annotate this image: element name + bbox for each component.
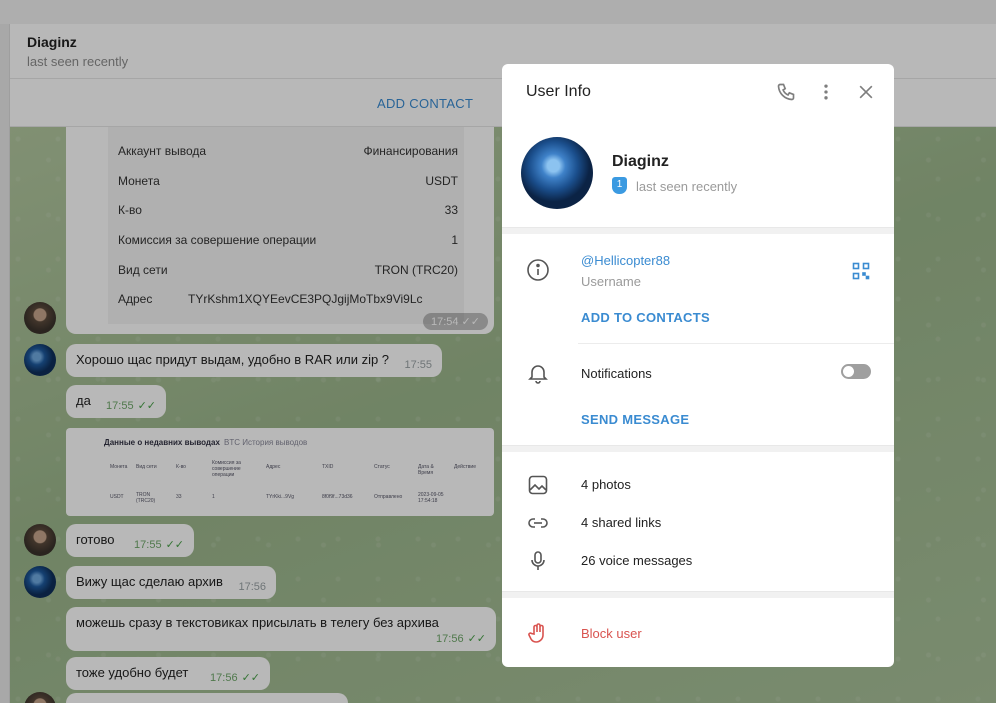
username-link[interactable]: @Hellicopter88: [581, 253, 670, 268]
voice-messages-count[interactable]: 26 voice messages: [581, 553, 692, 568]
profile-name: Diaginz: [612, 153, 669, 170]
row-divider: [578, 343, 894, 344]
close-icon[interactable]: [856, 82, 876, 102]
hand-stop-icon: [526, 621, 550, 645]
profile-avatar[interactable]: [521, 137, 593, 209]
notifications-label: Notifications: [581, 366, 652, 381]
info-icon: [526, 258, 550, 282]
microphone-icon: [526, 549, 550, 573]
send-message-button[interactable]: SEND MESSAGE: [581, 412, 689, 427]
link-icon: [526, 511, 550, 535]
add-to-contacts-button[interactable]: ADD TO CONTACTS: [581, 310, 710, 325]
bell-icon: [526, 361, 550, 385]
notifications-toggle[interactable]: [841, 364, 871, 379]
more-vertical-icon[interactable]: [816, 82, 836, 102]
block-user-button[interactable]: Block user: [581, 626, 642, 641]
qr-code-icon[interactable]: [852, 262, 870, 280]
section-divider: [502, 445, 894, 452]
section-divider: [502, 227, 894, 234]
user-info-dialog: User Info Diaginz 1 last seen recently @…: [502, 64, 894, 667]
shield-icon: 1: [612, 177, 627, 194]
photo-icon: [526, 473, 550, 497]
phone-icon[interactable]: [776, 82, 796, 102]
profile-status: last seen recently: [636, 179, 738, 194]
toggle-knob: [843, 366, 854, 377]
shield-badge-number: 1: [616, 179, 623, 190]
section-divider: [502, 591, 894, 598]
photos-count[interactable]: 4 photos: [581, 477, 631, 492]
dialog-title: User Info: [526, 83, 591, 100]
shared-links-count[interactable]: 4 shared links: [581, 515, 661, 530]
username-label: Username: [581, 274, 641, 289]
